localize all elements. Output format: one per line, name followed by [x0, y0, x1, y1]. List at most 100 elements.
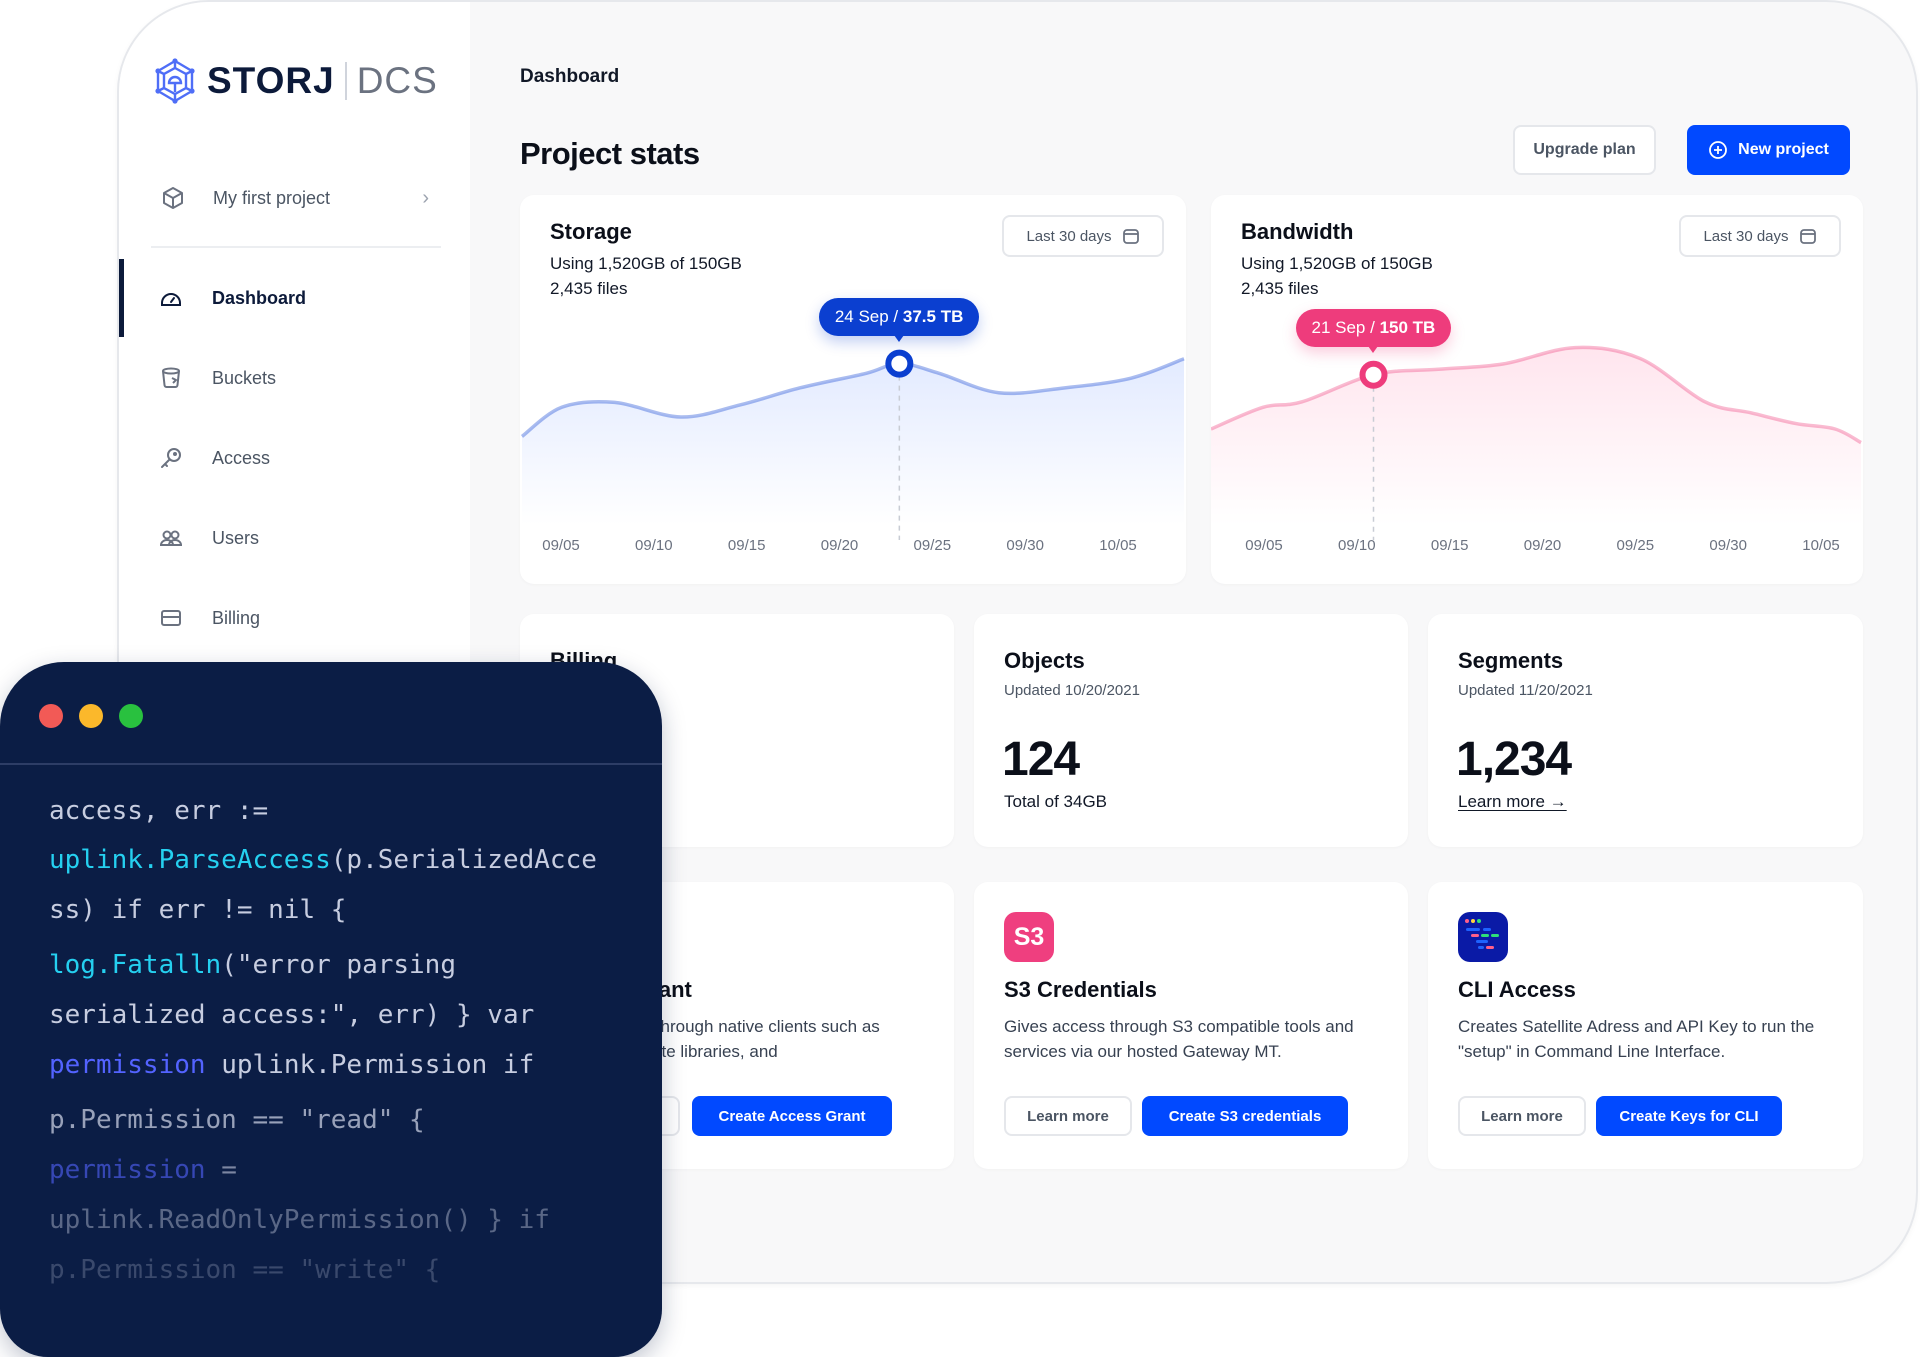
code-line: permission = — [49, 1155, 237, 1185]
code-function: uplink.ParseAccess — [49, 845, 331, 875]
code-line: ss) if err != nil { — [49, 895, 346, 925]
project-selector[interactable]: My first project › — [157, 178, 435, 218]
objects-updated: Updated 10/20/2021 — [1004, 682, 1140, 699]
sidebar-item-label: Billing — [212, 607, 261, 628]
bandwidth-tooltip: 21 Sep / 150 TB — [1295, 308, 1452, 353]
s3-learn-more-button[interactable]: Learn more — [1004, 1096, 1132, 1136]
code-text: (p.SerializedAcce — [330, 845, 597, 875]
sidebar-divider — [151, 246, 441, 248]
code-line: permission uplink.Permission if — [49, 1050, 534, 1080]
bandwidth-usage: Using 1,520GB of 150GB — [1241, 254, 1433, 273]
terminal-icon — [1458, 912, 1508, 962]
maximize-dot-icon[interactable] — [119, 704, 143, 728]
users-icon — [159, 530, 183, 546]
bandwidth-highlight-point[interactable] — [1359, 360, 1388, 389]
key-icon — [161, 448, 181, 468]
code-text: p.Permission == "write" { — [49, 1255, 441, 1285]
code-text: p.Permission == "read" { — [49, 1105, 425, 1135]
code-text: ("error parsing — [221, 950, 456, 980]
sidebar-item-label: Buckets — [212, 367, 277, 388]
close-dot-icon[interactable] — [39, 704, 63, 728]
gauge-icon — [161, 293, 181, 306]
tooltip-value: 150 TB — [1379, 317, 1436, 337]
code-text: uplink.Permission if — [205, 1050, 535, 1080]
page-title: Project stats — [520, 136, 700, 171]
x-tick-label: 10/05 — [1099, 537, 1137, 554]
storage-range-select[interactable]: Last 30 days — [1002, 215, 1164, 257]
storage-highlight-point[interactable] — [885, 349, 914, 378]
x-tick-label: 09/05 — [1245, 537, 1283, 554]
storage-area — [522, 358, 1184, 525]
code-line: uplink.ParseAccess(p.SerializedAcce — [49, 845, 597, 875]
project-name: My first project — [213, 187, 331, 208]
segments-updated: Updated 11/20/2021 — [1458, 682, 1593, 699]
code-line: log.Fatalln("error parsing — [49, 950, 456, 980]
calendar-icon — [1799, 229, 1816, 244]
bandwidth-title: Bandwidth — [1241, 219, 1354, 244]
button-label: Create Keys for CLI — [1619, 1107, 1759, 1125]
code-function: log.Fatalln — [49, 950, 222, 980]
x-tick-label: 09/30 — [1006, 537, 1044, 554]
sidebar-item-label: Dashboard — [212, 287, 307, 308]
segments-learn-more-link[interactable]: Learn more → — [1458, 792, 1567, 812]
x-tick-label: 09/20 — [820, 537, 859, 554]
create-access-grant-button[interactable]: Create Access Grant — [692, 1096, 892, 1136]
code-line: uplink.ReadOnlyPermission() } if — [49, 1205, 550, 1235]
objects-card: Objects Updated 10/20/2021 124 Total of … — [974, 614, 1408, 847]
code-header-divider — [0, 763, 662, 765]
bandwidth-range-select[interactable]: Last 30 days — [1679, 215, 1841, 257]
sidebar-item-label: Access — [212, 447, 271, 468]
sidebar-item-dashboard[interactable]: Dashboard — [119, 259, 470, 337]
x-tick-label: 09/10 — [1338, 537, 1376, 554]
minimize-dot-icon[interactable] — [79, 704, 103, 728]
new-project-label: New project — [1738, 141, 1829, 158]
code-line: p.Permission == "write" { — [49, 1255, 440, 1285]
sidebar-item-buckets[interactable]: Buckets — [119, 348, 470, 408]
storage-tooltip: 24 Sep / 37.5 TB — [818, 297, 980, 342]
bucket-icon — [162, 367, 180, 388]
storj-logo-icon — [155, 58, 195, 104]
s3-credentials-desc: Gives access through S3 compatible tools… — [1004, 1017, 1354, 1061]
upgrade-plan-button[interactable]: Upgrade plan — [1513, 125, 1656, 175]
sidebar-item-users[interactable]: Users — [119, 508, 470, 568]
segments-card: Segments Updated 11/20/2021 1,234 Learn … — [1428, 614, 1863, 847]
tooltip-date: 24 Sep / — [834, 306, 899, 326]
code-line: serialized access:", err) } var — [49, 1000, 534, 1030]
sidebar-item-billing[interactable]: Billing — [119, 588, 470, 648]
credit-card-icon — [161, 610, 181, 626]
code-text: access, err := — [49, 796, 269, 826]
plus-circle-icon — [1709, 141, 1728, 159]
range-label: Last 30 days — [1026, 227, 1112, 245]
button-label: Create S3 credentials — [1168, 1107, 1322, 1125]
x-tick-label: 09/20 — [1523, 537, 1562, 554]
storage-title: Storage — [550, 219, 632, 244]
bandwidth-files: 2,435 files — [1241, 279, 1319, 298]
main-content: Dashboard Project stats Upgrade plan New… — [470, 2, 1916, 1282]
code-line: access, err := — [49, 796, 268, 826]
code-line: p.Permission == "read" { — [49, 1105, 425, 1135]
button-label: Create Access Grant — [718, 1107, 866, 1125]
brand-product: DCS — [356, 60, 438, 101]
storage-card: Storage Using 1,520GB of 150GB 2,435 fil… — [520, 195, 1186, 584]
segments-title: Segments — [1458, 648, 1564, 673]
new-project-button[interactable]: New project — [1687, 125, 1850, 175]
calendar-icon — [1122, 229, 1139, 244]
button-label: Learn more — [1481, 1107, 1563, 1125]
brand-name: STORJ — [207, 60, 335, 101]
tooltip-value: 37.5 TB — [902, 306, 964, 326]
create-s3-credentials-button[interactable]: Create S3 credentials — [1142, 1096, 1348, 1136]
cube-icon — [163, 187, 183, 209]
x-tick-label: 10/05 — [1802, 537, 1840, 554]
button-label: Learn more — [1027, 1107, 1109, 1125]
sidebar-item-label: Users — [212, 527, 260, 548]
breadcrumb: Dashboard — [520, 66, 620, 87]
cli-learn-more-button[interactable]: Learn more — [1458, 1096, 1586, 1136]
storj-logo[interactable]: STORJ DCS — [153, 58, 438, 104]
s3-icon-text: S3 — [1013, 922, 1045, 951]
sidebar-item-access[interactable]: Access — [119, 428, 470, 488]
x-tick-label: 09/25 — [1616, 537, 1655, 554]
storage-usage: Using 1,520GB of 150GB — [550, 254, 742, 273]
range-label: Last 30 days — [1703, 227, 1789, 245]
create-keys-for-cli-button[interactable]: Create Keys for CLI — [1596, 1096, 1782, 1136]
cli-access-desc: Creates Satellite Adress and API Key to … — [1458, 1017, 1815, 1061]
